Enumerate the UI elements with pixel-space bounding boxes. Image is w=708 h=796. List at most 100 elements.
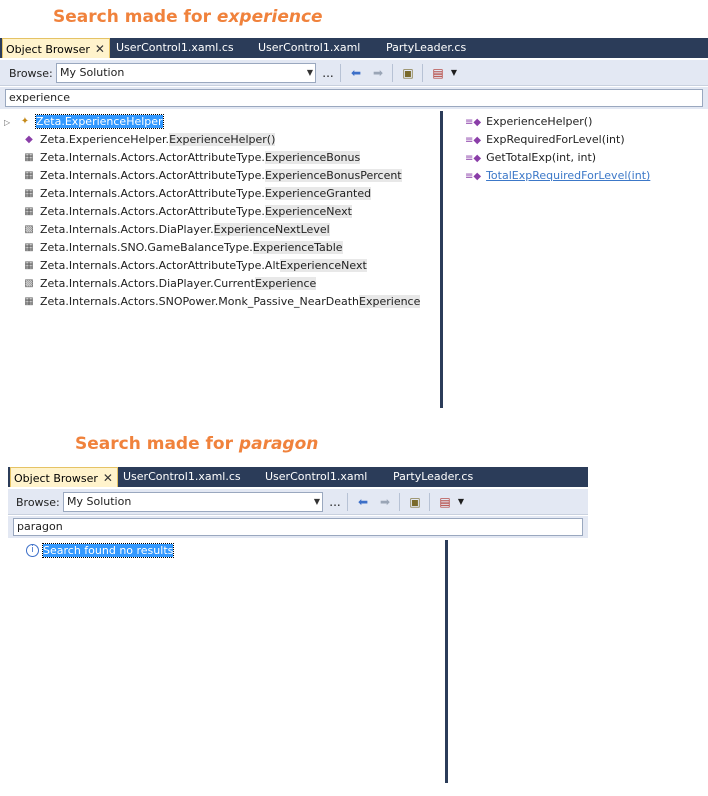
member-label: ExperienceHelper() — [486, 115, 593, 128]
chevron-down-icon: ▼ — [306, 68, 313, 77]
enum-item-icon: ▦ — [24, 152, 34, 163]
enum-item-icon: ▦ — [24, 242, 34, 253]
chevron-down-icon[interactable]: ▼ — [446, 65, 462, 81]
result-match: Experience — [254, 277, 317, 290]
add-reference-icon[interactable]: ▣ — [400, 65, 416, 81]
browse-label: Browse: — [16, 496, 60, 509]
ellipsis-button[interactable]: ... — [327, 494, 343, 510]
result-label: Zeta.Internals.Actors.ActorAttributeType… — [40, 205, 352, 218]
result-suffix: Next — [341, 259, 367, 272]
result-suffix: Table — [314, 241, 343, 254]
tab-usercontrol1-xaml[interactable]: UserControl1.xaml — [265, 467, 367, 487]
tab-partyleader-cs[interactable]: PartyLeader.cs — [393, 467, 473, 487]
result-row[interactable]: ▦ Zeta.Internals.Actors.ActorAttributeTyp… — [22, 257, 367, 275]
tab-object-browser[interactable]: Object Browser ✕ — [10, 467, 118, 487]
toolbar: Browse: My Solution ▼ ... ⬅ ➡ ▣ ▤ ▼ — [0, 60, 708, 86]
result-row[interactable]: ▧ Zeta.Internals.Actors.DiaPlayer.Current… — [22, 275, 317, 293]
ellipsis-button[interactable]: ... — [320, 65, 336, 81]
result-prefix: Zeta.Internals.Actors.DiaPlayer. — [40, 223, 214, 236]
result-label: Zeta.Internals.Actors.ActorAttributeType… — [40, 259, 367, 272]
settings-icon[interactable]: ▤ — [430, 65, 446, 81]
enum-item-icon: ▦ — [24, 170, 34, 181]
result-row[interactable]: ▦ Zeta.Internals.Actors.ActorAttributeTyp… — [22, 149, 361, 167]
caption-prefix: Search made for — [75, 434, 239, 454]
enum-item-icon: ▦ — [24, 260, 34, 271]
method-icon: ≡◆ — [465, 153, 482, 164]
result-row[interactable]: ▧ Zeta.Internals.Actors.DiaPlayer.Experie… — [22, 221, 330, 239]
tab-label: Object Browser — [6, 43, 90, 56]
toolbar-separator — [399, 493, 400, 511]
member-item[interactable]: ≡◆ ExpRequiredForLevel(int) — [465, 131, 625, 149]
result-suffix: Helper() — [230, 133, 276, 146]
browse-dropdown[interactable]: My Solution ▼ — [56, 63, 316, 83]
caption-term: paragon — [238, 434, 319, 454]
close-icon[interactable]: ✕ — [95, 39, 105, 59]
tab-object-browser[interactable]: Object Browser ✕ — [2, 38, 110, 58]
result-match: Experience — [359, 295, 421, 308]
result-row[interactable]: ▦ Zeta.Internals.SNO.GameBalanceType.Expe… — [22, 239, 343, 257]
result-prefix: Zeta.Internals.SNO.GameBalanceType. — [40, 241, 253, 254]
member-item[interactable]: ≡◆ TotalExpRequiredForLevel(int) — [465, 167, 650, 185]
result-label: Zeta.Internals.Actors.SNOPower.Monk_Pass… — [40, 295, 421, 308]
chevron-down-icon[interactable]: ▼ — [453, 494, 469, 510]
result-row[interactable]: ▦ Zeta.Internals.Actors.ActorAttributeTyp… — [22, 203, 352, 221]
member-item[interactable]: ≡◆ GetTotalExp(int, int) — [465, 149, 596, 167]
tab-usercontrol1-xaml-cs[interactable]: UserControl1.xaml.cs — [116, 38, 234, 58]
info-icon: i — [26, 544, 39, 557]
tab-usercontrol1-xaml-cs[interactable]: UserControl1.xaml.cs — [123, 467, 241, 487]
close-icon[interactable]: ✕ — [103, 468, 113, 488]
result-suffix: Bonus — [326, 151, 361, 164]
property-icon: ▧ — [24, 224, 34, 235]
result-row[interactable]: ▦ Zeta.Internals.Actors.ActorAttributeTyp… — [22, 167, 402, 185]
browse-dropdown[interactable]: My Solution ▼ — [63, 492, 323, 512]
result-match: Experience — [264, 151, 327, 164]
enum-item-icon: ▦ — [24, 188, 34, 199]
back-arrow-icon[interactable]: ⬅ — [348, 65, 364, 81]
search-input[interactable]: experience — [5, 89, 703, 107]
caption-prefix: Search made for — [53, 7, 217, 27]
toolbar: Browse: My Solution ▼ ... ⬅ ➡ ▣ ▤ ▼ — [8, 489, 588, 515]
member-label: ExpRequiredForLevel(int) — [486, 133, 625, 146]
back-arrow-icon[interactable]: ⬅ — [355, 494, 371, 510]
result-row[interactable]: ▷ ✦ Zeta.ExperienceHelper — [4, 113, 164, 132]
caption-experience: Search made for experience — [53, 7, 323, 27]
pane-divider[interactable] — [440, 111, 443, 408]
result-prefix: Zeta.Internals.Actors.DiaPlayer.Current — [40, 277, 255, 290]
result-match: Experience — [213, 223, 275, 236]
method-icon: ≡◆ — [465, 117, 482, 128]
member-item[interactable]: ≡◆ ExperienceHelper() — [465, 113, 592, 131]
result-match: Experience — [264, 205, 327, 218]
tab-partyleader-cs[interactable]: PartyLeader.cs — [386, 38, 466, 58]
result-match: Experience — [169, 133, 231, 146]
enum-item-icon: ▦ — [24, 296, 34, 307]
tab-bar: Object Browser ✕ UserControl1.xaml.cs Use… — [0, 38, 708, 58]
no-results-row[interactable]: i Search found no results — [26, 542, 175, 560]
result-label: Zeta.Internals.Actors.DiaPlayer.CurrentE… — [40, 277, 317, 290]
member-label: TotalExpRequiredForLevel(int) — [486, 169, 651, 182]
pane-divider[interactable] — [445, 540, 448, 783]
add-reference-icon[interactable]: ▣ — [407, 494, 423, 510]
result-suffix: Next — [326, 205, 352, 218]
result-suffix: NextLevel — [274, 223, 330, 236]
forward-arrow-icon[interactable]: ➡ — [377, 494, 393, 510]
result-label: Zeta.Internals.Actors.DiaPlayer.Experien… — [40, 223, 330, 236]
settings-icon[interactable]: ▤ — [437, 494, 453, 510]
members-list: ≡◆ ExperienceHelper() ≡◆ ExpRequiredForLeve… — [445, 111, 708, 408]
forward-arrow-icon[interactable]: ➡ — [370, 65, 386, 81]
result-row[interactable]: ◆ Zeta.ExperienceHelper.ExperienceHelper(… — [22, 131, 276, 149]
result-row[interactable]: ▦ Zeta.Internals.Actors.ActorAttributeTyp… — [22, 185, 372, 203]
result-suffix: BonusPercent — [326, 169, 402, 182]
object-browser-panel-2: Object Browser ✕ UserControl1.xaml.cs Use… — [8, 467, 588, 783]
result-row[interactable]: ▦ Zeta.Internals.Actors.SNOPower.Monk_Pas… — [22, 293, 421, 311]
search-input[interactable]: paragon — [13, 518, 583, 536]
toolbar-separator — [429, 493, 430, 511]
result-prefix: Zeta.Internals.Actors.ActorAttributeType… — [40, 205, 265, 218]
result-prefix: Zeta.Internals.Actors.ActorAttributeType… — [40, 169, 265, 182]
expand-arrow-icon[interactable]: ▷ — [4, 114, 18, 132]
result-match: Experience — [264, 187, 327, 200]
class-icon: ✦ — [20, 116, 30, 127]
toolbar-separator — [422, 64, 423, 82]
result-label: Zeta.Internals.SNO.GameBalanceType.Exper… — [40, 241, 343, 254]
result-prefix: Zeta.Internals.Actors.ActorAttributeType… — [40, 259, 280, 272]
tab-usercontrol1-xaml[interactable]: UserControl1.xaml — [258, 38, 360, 58]
